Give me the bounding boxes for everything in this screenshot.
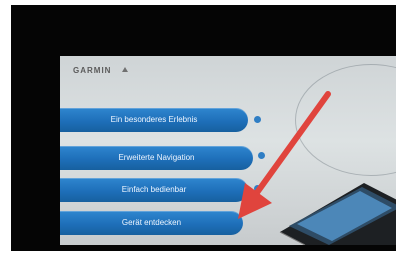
device-screen: GARMIN Ein besonderes Erlebnis Erweitert… <box>60 56 396 245</box>
phone-icon <box>279 183 396 245</box>
red-arrow-icon <box>238 91 331 219</box>
device-bezel: GARMIN Ein besonderes Erlebnis Erweitert… <box>11 5 396 251</box>
photo-frame: GARMIN Ein besonderes Erlebnis Erweitert… <box>0 0 396 259</box>
device-illustration <box>238 91 396 245</box>
